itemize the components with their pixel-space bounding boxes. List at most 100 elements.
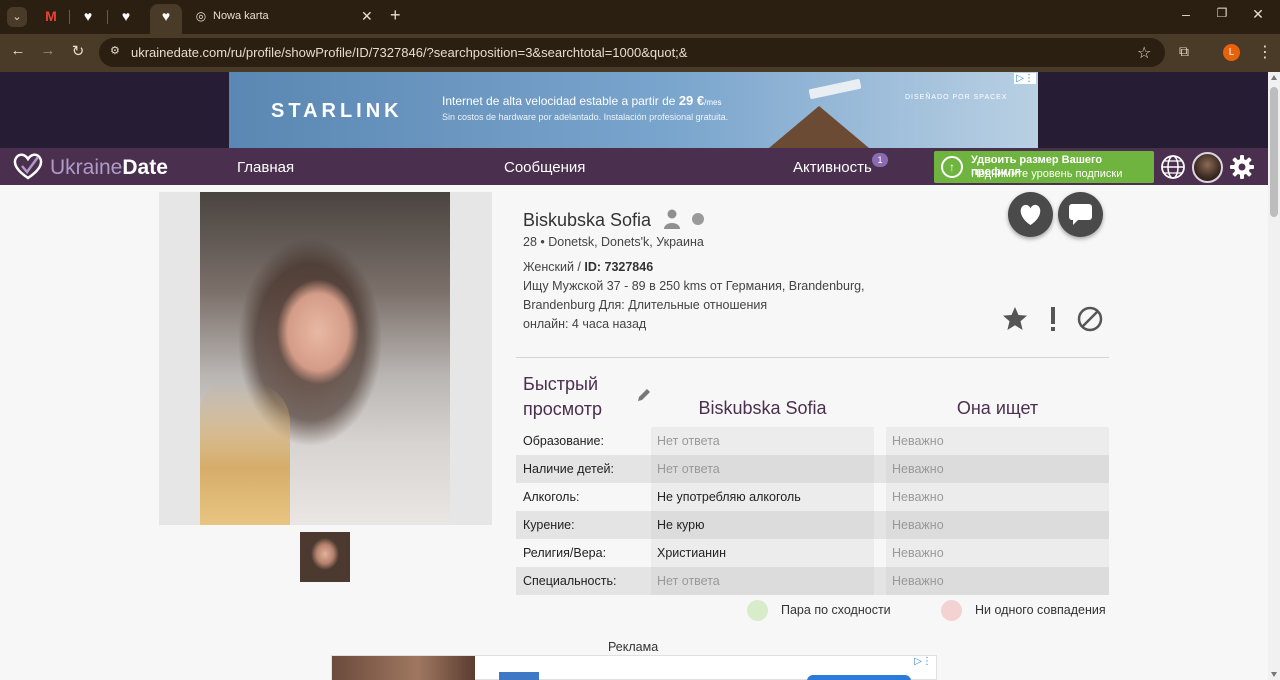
close-window-icon[interactable]: ✕: [1248, 6, 1268, 23]
upgrade-button[interactable]: ↑ Удвоить размер Вашего профиля Поднимит…: [934, 151, 1154, 183]
row-label: Алкоголь:: [523, 490, 580, 504]
table-row: Алкоголь: Не употребляю алкоголь Неважно: [516, 483, 1109, 511]
ukrainedate-logo-icon[interactable]: [12, 151, 44, 181]
legend-match-label: Пара по сходности: [781, 603, 891, 617]
chrome-icon: ◎: [195, 9, 207, 23]
row-label: Специальность:: [523, 574, 617, 588]
bookmark-star-icon[interactable]: ☆: [1137, 43, 1151, 63]
quick-view-title: Быстрый просмотр: [523, 374, 603, 419]
report-icon[interactable]: [1040, 306, 1066, 332]
like-button[interactable]: [1008, 192, 1053, 237]
bottom-ad-banner[interactable]: ▷⋮: [331, 655, 937, 680]
table-row: Образование: Нет ответа Неважно: [516, 427, 1109, 455]
bottom-ad-cta[interactable]: [807, 675, 911, 680]
legend-nomatch-label: Ни одного совпадения: [975, 603, 1106, 617]
ukrainedate-heart-icon[interactable]: ♥: [158, 8, 174, 24]
globe-icon[interactable]: [1160, 154, 1186, 180]
site-logo[interactable]: UkraineDate: [50, 156, 168, 180]
tab-title: Nowa karta: [213, 10, 269, 22]
ad-subline: Sin costos de hardware por adelantado. I…: [442, 112, 729, 122]
tab-search-dropdown[interactable]: ⌄: [7, 7, 27, 27]
her-cell: Нет ответа: [651, 455, 874, 483]
message-button[interactable]: [1058, 192, 1103, 237]
upgrade-subtitle: Поднимите уровень подписки: [971, 168, 1123, 180]
page-scrollbar[interactable]: [1268, 72, 1280, 680]
tab-separator: [69, 10, 70, 24]
her-cell: Нет ответа: [651, 427, 874, 455]
nav-messages[interactable]: Сообщения: [504, 159, 585, 176]
browser-tab-bar: ⌄ M ♥ ♥ ♥ ◎ Nowa karta ✕ + – ❐ ✕: [0, 0, 1280, 34]
back-icon[interactable]: ←: [8, 42, 28, 59]
ad-tag: DISEÑADO POR SPACEX: [905, 94, 1008, 101]
section-divider: [516, 357, 1109, 358]
user-avatar[interactable]: [1192, 152, 1223, 183]
restore-icon[interactable]: ❐: [1212, 6, 1232, 20]
bottom-ad-image: [332, 656, 475, 680]
pencil-icon[interactable]: [636, 387, 652, 403]
online-status-dot: [692, 213, 704, 225]
legend-match-dot: [747, 600, 768, 621]
profile-name: Biskubska Sofia: [523, 210, 652, 230]
top-ad-band: STARLINK Internet de alta velocidad esta…: [0, 72, 1268, 148]
new-tab-button[interactable]: +: [390, 5, 401, 26]
adchoices-icon[interactable]: ▷⋮: [1014, 73, 1036, 84]
seeking-cell: Неважно: [886, 483, 1109, 511]
her-cell: Христианин: [651, 539, 874, 567]
quick-view-table: Образование: Нет ответа Неважно Наличие …: [516, 427, 1109, 595]
profile-seeking-line1: Ищу Мужской 37 - 89 в 250 kms от Германи…: [523, 279, 865, 293]
close-tab-icon[interactable]: ✕: [361, 8, 373, 25]
ukrainedate-heart-icon[interactable]: ♥: [118, 8, 134, 24]
minimize-icon[interactable]: –: [1176, 6, 1196, 22]
reload-icon[interactable]: ↻: [68, 42, 88, 60]
her-cell: Не курю: [651, 511, 874, 539]
table-row: Религия/Вера: Христианин Неважно: [516, 539, 1109, 567]
seeking-cell: Неважно: [886, 567, 1109, 595]
site-navbar: UkraineDate Главная Сообщения Активность…: [0, 148, 1268, 185]
extensions-icon[interactable]: ⧉: [1179, 43, 1189, 60]
profile-avatar[interactable]: L: [1223, 44, 1240, 61]
adchoices-icon[interactable]: ▷⋮: [914, 656, 932, 667]
browser-menu-icon[interactable]: ⋮: [1257, 42, 1273, 62]
forward-icon[interactable]: →: [38, 42, 58, 59]
browser-toolbar: ← → ↻ ⚙ ukrainedate.com/ru/profile/showP…: [0, 34, 1280, 72]
bottom-ad-logo: [499, 672, 539, 680]
row-label: Религия/Вера:: [523, 546, 607, 560]
address-url[interactable]: ukrainedate.com/ru/profile/showProfile/I…: [131, 45, 687, 60]
profile-gender-id: Женский / ID: 7327846: [523, 260, 654, 274]
scroll-up-arrow-icon[interactable]: [1271, 75, 1277, 80]
activity-badge: 1: [872, 153, 888, 167]
nav-activity[interactable]: Активность: [793, 159, 872, 176]
scroll-thumb[interactable]: [1270, 87, 1278, 217]
her-cell: Нет ответа: [651, 567, 874, 595]
scroll-down-arrow-icon[interactable]: [1271, 672, 1277, 677]
gmail-icon[interactable]: M: [43, 8, 59, 24]
row-label: Курение:: [523, 518, 575, 532]
legend-nomatch-dot: [941, 600, 962, 621]
chat-bubble-icon: [1069, 204, 1092, 225]
starlink-ad-banner[interactable]: STARLINK Internet de alta velocidad esta…: [229, 72, 1038, 148]
profile-main-photo[interactable]: [159, 192, 492, 525]
profile-age-location: 28 • Donetsk, Donets'k, Украина: [523, 235, 704, 249]
seeking-cell: Неважно: [886, 427, 1109, 455]
ukrainedate-heart-icon[interactable]: ♥: [80, 8, 96, 24]
site-info-icon[interactable]: ⚙: [110, 45, 122, 57]
ads-label: Реклама: [608, 640, 659, 654]
ad-dish-image: [808, 78, 862, 100]
page-viewport: STARLINK Internet de alta velocidad esta…: [0, 72, 1268, 680]
ad-house-image: [769, 106, 869, 148]
quick-view-col-seeking: Она ищет: [956, 398, 1039, 418]
quick-view-col-her: Biskubska Sofia: [698, 398, 827, 418]
block-icon[interactable]: [1077, 306, 1103, 332]
table-row: Курение: Не курю Неважно: [516, 511, 1109, 539]
profile-photo-thumbnail[interactable]: [300, 532, 350, 582]
table-row: Наличие детей: Нет ответа Неважно: [516, 455, 1109, 483]
ad-headline: Internet de alta velocidad estable a par…: [442, 93, 722, 108]
arrow-up-icon: ↑: [941, 156, 963, 178]
row-label: Наличие детей:: [523, 462, 614, 476]
profile-photo-detail: [200, 382, 290, 525]
profile-last-online: онлайн: 4 часа назад: [523, 317, 647, 331]
star-icon[interactable]: [1002, 306, 1028, 332]
nav-home[interactable]: Главная: [237, 159, 294, 176]
gear-icon[interactable]: [1229, 154, 1255, 180]
seeking-cell: Неважно: [886, 455, 1109, 483]
